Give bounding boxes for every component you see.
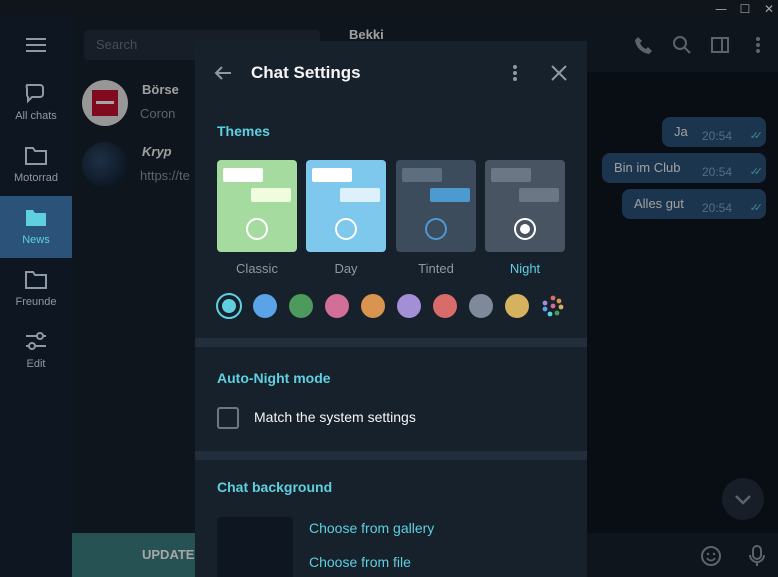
back-arrow-icon[interactable]: [213, 63, 233, 83]
section-divider: [195, 451, 587, 460]
bubble-preview: [491, 168, 531, 182]
radio-button: [425, 218, 447, 240]
accent-swatch-selected[interactable]: [216, 293, 242, 319]
auto-night-header: Auto-Night mode: [217, 370, 331, 386]
bubble-preview: [430, 188, 470, 202]
folder-label: Freunde: [15, 296, 57, 308]
theme-day[interactable]: [306, 160, 386, 252]
bubble-preview: [251, 188, 291, 202]
folders-sidebar: All chats Motorrad News Freunde Edit: [0, 18, 72, 577]
radio-button: [246, 218, 268, 240]
theme-classic[interactable]: [217, 160, 297, 252]
background-preview: [217, 517, 293, 577]
theme-label: Day: [334, 261, 358, 276]
radio-button: [335, 218, 357, 240]
bubble-preview: [402, 168, 442, 182]
theme-tinted[interactable]: [396, 160, 476, 252]
folder-label: News: [22, 234, 50, 246]
bubble-preview: [312, 168, 352, 182]
choose-from-file-link[interactable]: Choose from file: [309, 554, 411, 570]
folder-freunde[interactable]: Freunde: [0, 258, 72, 320]
themes-header: Themes: [217, 123, 270, 139]
close-icon[interactable]: [549, 63, 569, 83]
accent-swatch[interactable]: [505, 294, 529, 318]
radio-button-selected: [514, 218, 536, 240]
sliders-icon: [26, 332, 46, 350]
accent-swatch[interactable]: [397, 294, 421, 318]
accent-swatch[interactable]: [469, 294, 493, 318]
theme-label: Tinted: [418, 261, 454, 276]
more-vertical-icon[interactable]: [505, 63, 525, 83]
match-system-label[interactable]: Match the system settings: [254, 409, 416, 425]
menu-icon[interactable]: [26, 38, 46, 52]
custom-color-icon[interactable]: [541, 294, 565, 318]
maximize-button[interactable]: ☐: [734, 0, 756, 18]
section-divider: [195, 338, 587, 347]
bubble-preview: [519, 188, 559, 202]
folder-news[interactable]: News: [0, 196, 72, 258]
accent-swatch[interactable]: [289, 294, 313, 318]
dialog-title: Chat Settings: [251, 63, 361, 82]
chat-settings-dialog: Chat Settings Themes Classic Day Tinted …: [195, 41, 587, 577]
bubble-preview: [340, 188, 380, 202]
minimize-button[interactable]: —: [710, 0, 732, 18]
theme-label: Night: [509, 261, 541, 276]
theme-night[interactable]: [485, 160, 565, 252]
folder-label: Edit: [26, 358, 46, 370]
chat-background-header: Chat background: [217, 479, 333, 495]
accent-swatch[interactable]: [433, 294, 457, 318]
folder-edit[interactable]: Edit: [0, 320, 72, 382]
folder-all-chats[interactable]: All chats: [0, 72, 72, 134]
choose-from-gallery-link[interactable]: Choose from gallery: [309, 520, 434, 536]
accent-swatch[interactable]: [361, 294, 385, 318]
folder-label: All chats: [15, 110, 57, 122]
accent-swatch[interactable]: [325, 294, 349, 318]
folder-icon: [26, 210, 46, 226]
chat-bubbles-icon: [25, 84, 44, 104]
theme-label: Classic: [236, 261, 278, 276]
folder-icon: [25, 147, 47, 165]
folder-motorrad[interactable]: Motorrad: [0, 134, 72, 196]
folder-label: Motorrad: [13, 172, 59, 184]
close-window-button[interactable]: ✕: [758, 0, 778, 18]
accent-swatch[interactable]: [253, 294, 277, 318]
folder-icon: [25, 271, 47, 289]
match-system-checkbox[interactable]: [217, 407, 239, 429]
bubble-preview: [223, 168, 263, 182]
window-titlebar: — ☐ ✕: [0, 0, 778, 18]
